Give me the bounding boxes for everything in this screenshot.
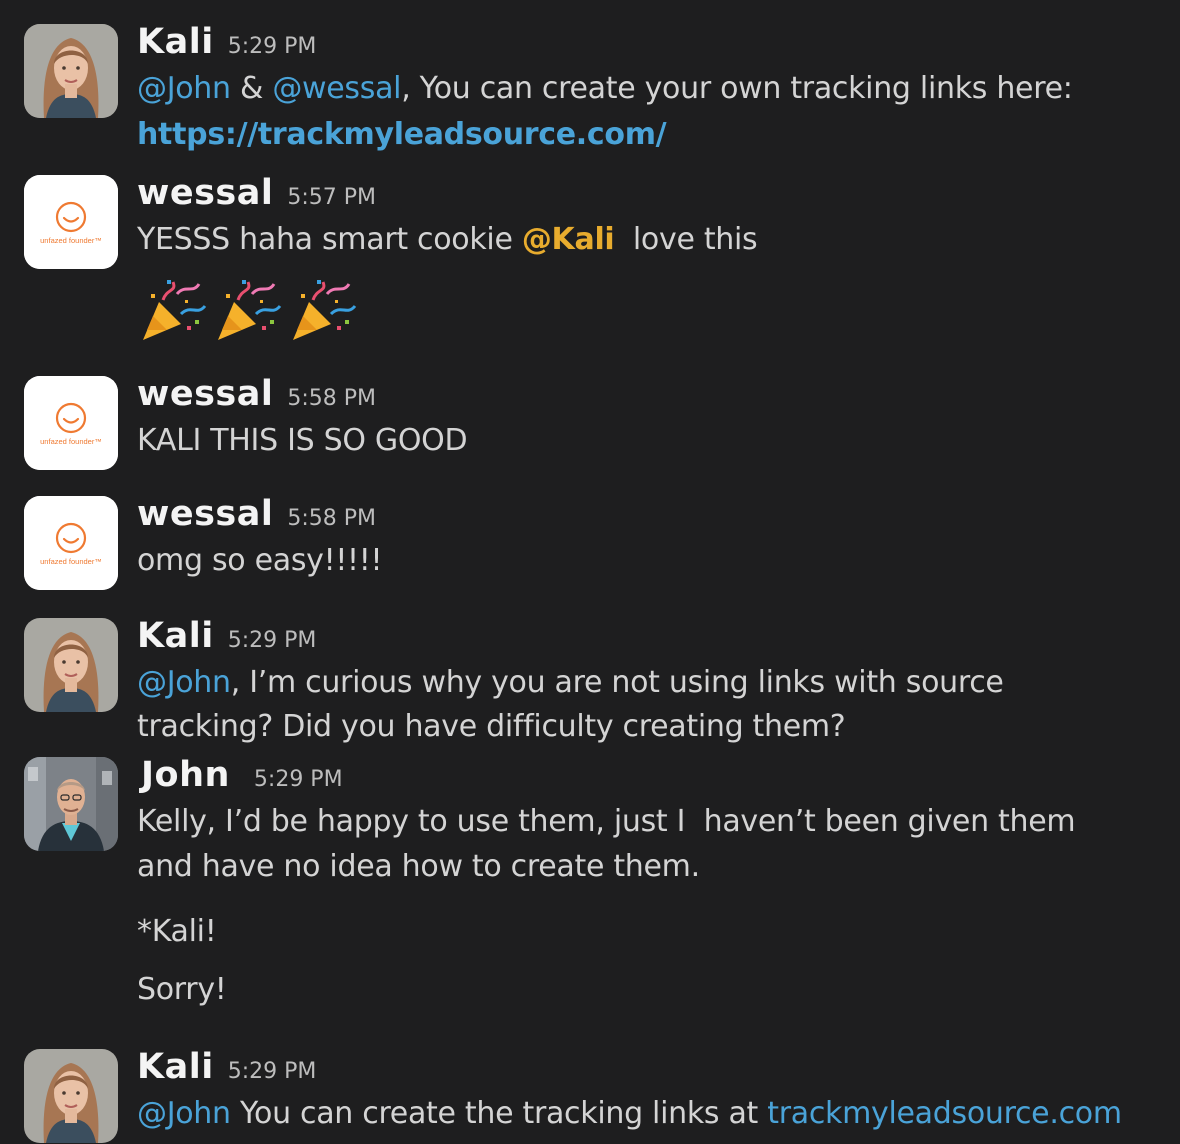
avatar-logo-text: unfazed founder™ xyxy=(40,236,102,245)
message-header: Kali 5:29 PM xyxy=(137,22,316,62)
message-text: omg so easy!!!!! xyxy=(137,543,383,578)
timestamp[interactable]: 5:29 PM xyxy=(228,1059,317,1084)
author-name[interactable]: wessal xyxy=(137,374,273,414)
author-name[interactable]: John xyxy=(141,755,230,795)
mention-john[interactable]: @John xyxy=(137,71,231,106)
message-text: and have no idea how to create them. xyxy=(137,849,700,884)
message-text: tracking? Did you have difficulty creati… xyxy=(137,709,846,744)
message-text-segment: & xyxy=(230,71,273,106)
message-header: wessal 5:58 PM xyxy=(137,374,376,414)
john-avatar-image xyxy=(24,757,118,851)
message-text-segment: love this xyxy=(614,222,758,257)
avatar-logo-text: unfazed founder™ xyxy=(40,557,102,566)
author-name[interactable]: wessal xyxy=(137,494,273,534)
message-text-segment: , I’m curious why you are not using link… xyxy=(230,665,1004,700)
message-text: @John, I’m curious why you are not using… xyxy=(137,665,1004,700)
message-text-segment: You can create the tracking links at xyxy=(230,1096,768,1131)
avatar-kali[interactable] xyxy=(24,24,118,118)
mention-john[interactable]: @John xyxy=(137,665,231,700)
message-header: John 5:29 PM xyxy=(137,755,343,795)
author-name[interactable]: Kali xyxy=(137,1047,214,1087)
mention-wessal[interactable]: @wessal xyxy=(272,71,401,106)
message-text-segment: , You can create your own tracking links… xyxy=(401,71,1073,106)
unfazed-founder-logo: unfazed founder™ xyxy=(24,496,118,590)
kali-avatar-image xyxy=(24,1049,118,1143)
tracking-link[interactable]: https://trackmyleadsource.com/ xyxy=(137,117,667,152)
avatar-kali[interactable] xyxy=(24,618,118,712)
message-text: @John & @wessal, You can create your own… xyxy=(137,71,1073,106)
tracking-link[interactable]: trackmyleadsource.com xyxy=(767,1096,1122,1131)
unfazed-founder-logo: unfazed founder™ xyxy=(24,175,118,269)
avatar-logo-text: unfazed founder™ xyxy=(40,437,102,446)
party-popper-icon[interactable] xyxy=(287,274,359,344)
message-text: KALI THIS IS SO GOOD xyxy=(137,423,468,458)
avatar-wessal[interactable]: unfazed founder™ xyxy=(24,496,118,590)
message-text: Kelly, I’d be happy to use them, just I … xyxy=(137,804,1076,839)
timestamp[interactable]: 5:29 PM xyxy=(228,34,317,59)
kali-avatar-image xyxy=(24,618,118,712)
message-header: Kali 5:29 PM xyxy=(137,616,316,656)
party-popper-icon[interactable] xyxy=(137,274,209,344)
message-header: Kali 5:29 PM xyxy=(137,1047,316,1087)
avatar-kali[interactable] xyxy=(24,1049,118,1143)
mention-john[interactable]: @John xyxy=(137,1096,231,1131)
kali-avatar-image xyxy=(24,24,118,118)
unfazed-founder-logo: unfazed founder™ xyxy=(24,376,118,470)
avatar-wessal[interactable]: unfazed founder™ xyxy=(24,376,118,470)
author-name[interactable]: Kali xyxy=(137,22,214,62)
mention-kali[interactable]: @Kali xyxy=(522,222,615,257)
timestamp[interactable]: 5:58 PM xyxy=(287,386,376,411)
party-popper-icon[interactable] xyxy=(212,274,284,344)
timestamp[interactable]: 5:29 PM xyxy=(228,628,317,653)
timestamp[interactable]: 5:29 PM xyxy=(254,767,343,792)
message-text-segment: YESSS haha smart cookie xyxy=(137,222,522,257)
message-header: wessal 5:58 PM xyxy=(137,494,376,534)
message-text: @John You can create the tracking links … xyxy=(137,1096,1122,1131)
message-header: wessal 5:57 PM xyxy=(137,173,376,213)
timestamp[interactable]: 5:58 PM xyxy=(287,506,376,531)
author-name[interactable]: Kali xyxy=(137,616,214,656)
message-text: *Kali! xyxy=(137,914,217,949)
avatar-wessal[interactable]: unfazed founder™ xyxy=(24,175,118,269)
message-text: https://trackmyleadsource.com/ xyxy=(137,117,667,152)
author-name[interactable]: wessal xyxy=(137,173,273,213)
avatar-john[interactable] xyxy=(24,757,118,851)
message-text: Sorry! xyxy=(137,972,227,1007)
emoji-row xyxy=(137,274,362,344)
timestamp[interactable]: 5:57 PM xyxy=(287,185,376,210)
message-text: YESSS haha smart cookie @Kali love this xyxy=(137,222,758,257)
